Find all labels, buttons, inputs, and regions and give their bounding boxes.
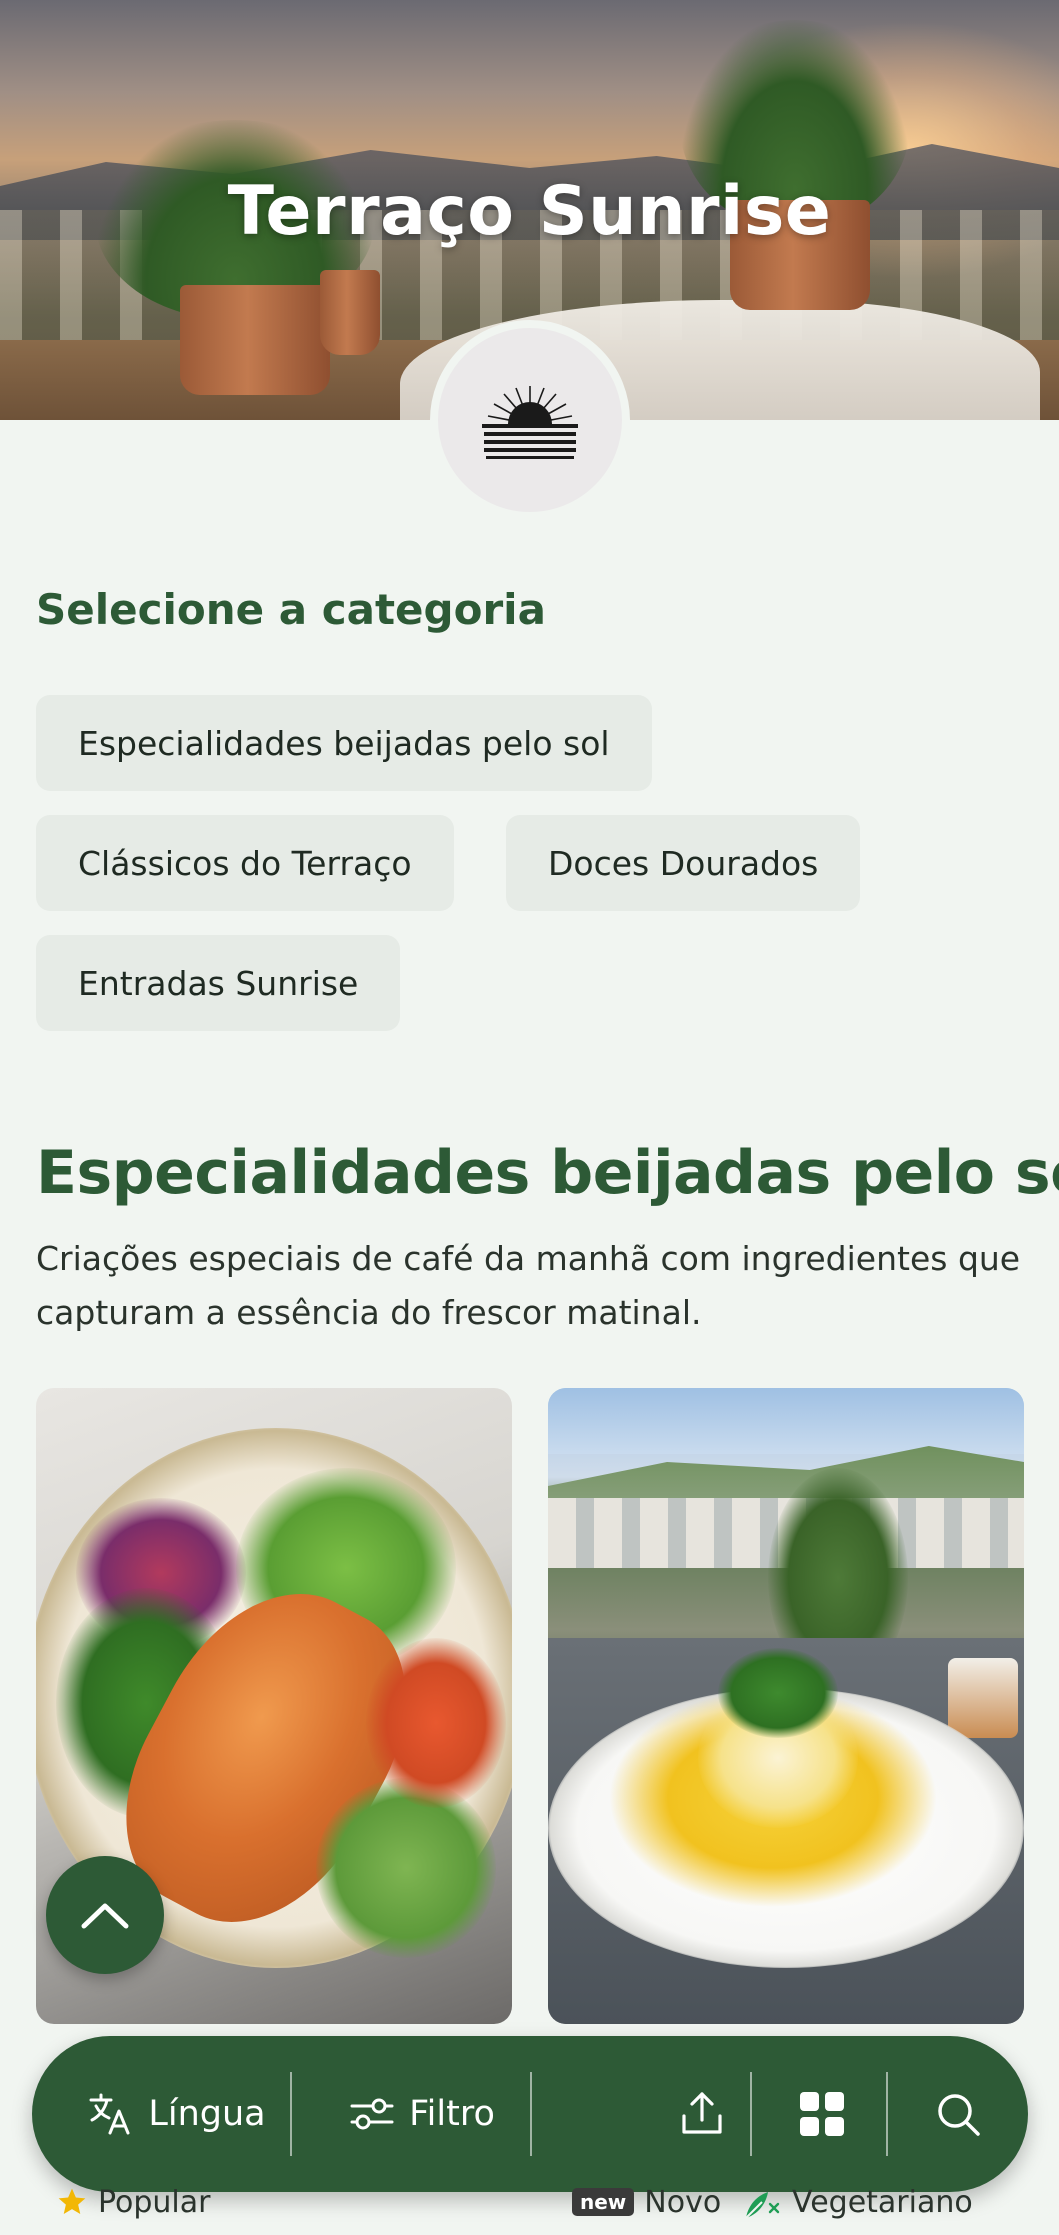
nav-divider — [530, 2072, 532, 2156]
sliders-icon — [350, 2098, 394, 2130]
scroll-to-top-button[interactable] — [46, 1856, 164, 1974]
nav-divider — [886, 2072, 888, 2156]
grid-icon — [800, 2092, 844, 2136]
vegetarian-leaf-icon — [745, 2192, 780, 2219]
sunrise-logo-icon — [482, 386, 578, 459]
search-button[interactable] — [898, 2036, 1018, 2192]
new-label: Novo — [644, 2184, 722, 2220]
grid-view-button[interactable] — [762, 2036, 882, 2192]
pot-small — [320, 270, 380, 355]
pot-left — [180, 285, 330, 395]
share-button[interactable] — [642, 2036, 762, 2192]
new-badge: new — [572, 2188, 635, 2216]
nav-divider — [290, 2072, 292, 2156]
filter-button[interactable]: Filtro — [312, 2036, 532, 2192]
vegetarian-label: Vegetariano — [792, 2184, 973, 2220]
legend-new: new Novo — [572, 2182, 721, 2222]
language-button[interactable]: Língua — [72, 2036, 282, 2192]
category-chip[interactable]: Doces Dourados — [506, 815, 861, 911]
popular-label: Popular — [98, 2184, 211, 2220]
menu-item-card[interactable] — [548, 1388, 1024, 2024]
category-chip[interactable]: Especialidades beijadas pelo sol — [36, 695, 652, 791]
filter-label: Filtro — [409, 2094, 495, 2134]
eggs-benedict-terrace-photo — [548, 1388, 1024, 2024]
restaurant-logo — [430, 320, 630, 520]
nav-divider — [750, 2072, 752, 2156]
search-icon — [938, 2094, 980, 2136]
section-title: Especialidades beijadas pelo sol — [36, 1138, 1059, 1208]
section-description: Criações especiais de café da manhã com … — [36, 1239, 1021, 1332]
share-icon — [682, 2092, 722, 2134]
category-heading: Selecione a categoria — [36, 585, 546, 634]
translate-icon — [89, 2093, 130, 2135]
category-chip[interactable]: Entradas Sunrise — [36, 935, 401, 1031]
legend-popular: Popular — [56, 2182, 211, 2222]
bottom-navigation: Língua Filtro — [32, 2036, 1028, 2192]
legend-vegetarian: Vegetariano — [742, 2182, 973, 2222]
category-chip[interactable]: Clássicos do Terraço — [36, 815, 454, 911]
language-label: Língua — [148, 2094, 266, 2134]
restaurant-title: Terraço Sunrise — [227, 172, 832, 251]
star-icon — [58, 2188, 86, 2214]
chevron-up-icon — [81, 1903, 129, 1929]
